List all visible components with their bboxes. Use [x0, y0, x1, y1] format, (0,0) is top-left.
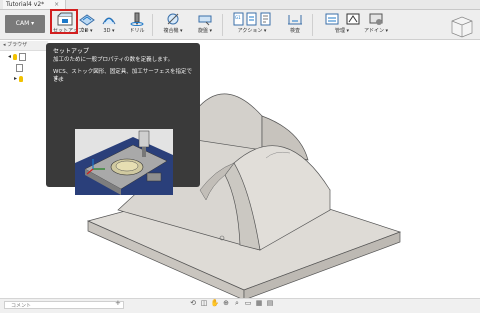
setup-highlight-box	[50, 9, 78, 34]
tool-library-icon	[325, 13, 338, 25]
2d-button[interactable]: 2D ▾	[78, 12, 96, 38]
actions-label: アクション ▾	[237, 28, 267, 34]
toolbar-divider	[312, 14, 313, 36]
browser-panel: ◂ ブラウザ ◂ ▸	[0, 41, 48, 101]
comment-field[interactable]: コメント	[4, 301, 124, 309]
view-cube-icon	[451, 16, 473, 38]
toolbar-divider	[152, 14, 153, 36]
2d-icon	[79, 14, 95, 26]
setup-tooltip: セットアップ 加工のために一般プロパティの数を定義します。 WCS、ストック図形…	[46, 43, 200, 195]
display-settings-icon[interactable]: ▭	[243, 299, 253, 307]
expand-arrow-icon[interactable]: ▸	[14, 75, 17, 82]
viewports-icon[interactable]: ▤	[265, 299, 275, 307]
look-at-icon[interactable]: ◫	[199, 299, 209, 307]
manage-label: 管理 ▾	[334, 28, 350, 34]
tooltip-preview-image	[75, 129, 173, 195]
tooltip-details-cont: す。	[53, 76, 64, 82]
tree-node-document[interactable]: ◂	[0, 51, 48, 62]
grid-settings-icon[interactable]: ▦	[254, 299, 264, 307]
3d-icon	[102, 17, 116, 25]
addins-button[interactable]: アドイン ▾	[362, 12, 390, 38]
document-tab[interactable]: Tutorial4 v2* ×	[3, 0, 67, 9]
template-library-icon	[346, 13, 359, 25]
add-comment-button[interactable]: +	[115, 299, 121, 307]
simulate-icon: G1	[233, 12, 244, 26]
visibility-bulb-icon[interactable]	[12, 53, 17, 60]
multiaxis-label: 複合機 ▾	[163, 28, 183, 34]
close-tab-icon[interactable]: ×	[54, 1, 59, 8]
comment-label: コメント	[11, 303, 32, 309]
setup-sheet-icon	[260, 12, 271, 26]
settings-document-icon	[16, 63, 23, 72]
tree-node-units[interactable]	[0, 62, 48, 73]
navigation-bar: ⟲ ◫ ✋ ⊕ ⌕ ▭ ▦ ▤	[188, 299, 288, 309]
tooltip-description: 加工のために一般プロパティの数を定義します。	[53, 57, 174, 63]
drill-button[interactable]: ドリル	[126, 12, 148, 38]
inspect-icon	[288, 15, 302, 25]
setup-preview-illustration	[75, 129, 173, 195]
3d-label: 3D ▾	[103, 28, 115, 34]
document-icon	[18, 52, 26, 61]
browser-title[interactable]: ◂ ブラウザ	[0, 41, 48, 51]
zoom-icon[interactable]: ⊕	[221, 299, 231, 307]
actions-button[interactable]: G1 アクション ▾	[232, 12, 272, 38]
addins-icon	[369, 13, 383, 25]
workspace-switcher[interactable]: CAM ▾	[5, 15, 45, 33]
post-process-icon	[246, 12, 257, 26]
drill-label: ドリル	[129, 28, 145, 34]
3d-button[interactable]: 3D ▾	[100, 12, 118, 38]
expand-arrow-icon[interactable]: ◂	[8, 53, 11, 60]
visibility-bulb-icon[interactable]	[18, 75, 23, 82]
addins-label: アドイン ▾	[363, 28, 389, 34]
view-cube[interactable]	[448, 13, 474, 39]
tree-node-models[interactable]: ▸	[0, 73, 48, 84]
turning-button[interactable]: 旋盤 ▾	[195, 12, 215, 38]
drill-icon	[130, 12, 144, 26]
turning-label: 旋盤 ▾	[197, 28, 213, 34]
svg-text:G1: G1	[235, 15, 241, 20]
inspect-label: 検査	[289, 28, 300, 34]
fit-icon[interactable]: ⌕	[232, 299, 242, 307]
manage-button[interactable]: 管理 ▾	[322, 12, 362, 38]
multiaxis-icon	[167, 13, 179, 25]
toolbar-divider	[222, 14, 223, 36]
tooltip-title: セットアップ	[53, 48, 90, 55]
orbit-icon[interactable]: ⟲	[188, 299, 198, 307]
pan-icon[interactable]: ✋	[210, 299, 220, 307]
2d-label: 2D ▾	[81, 28, 93, 34]
inspect-button[interactable]: 検査	[285, 12, 305, 38]
turning-icon	[198, 15, 212, 26]
multiaxis-button[interactable]: 複合機 ▾	[160, 12, 186, 38]
document-tab-title: Tutorial4 v2*	[6, 1, 45, 8]
